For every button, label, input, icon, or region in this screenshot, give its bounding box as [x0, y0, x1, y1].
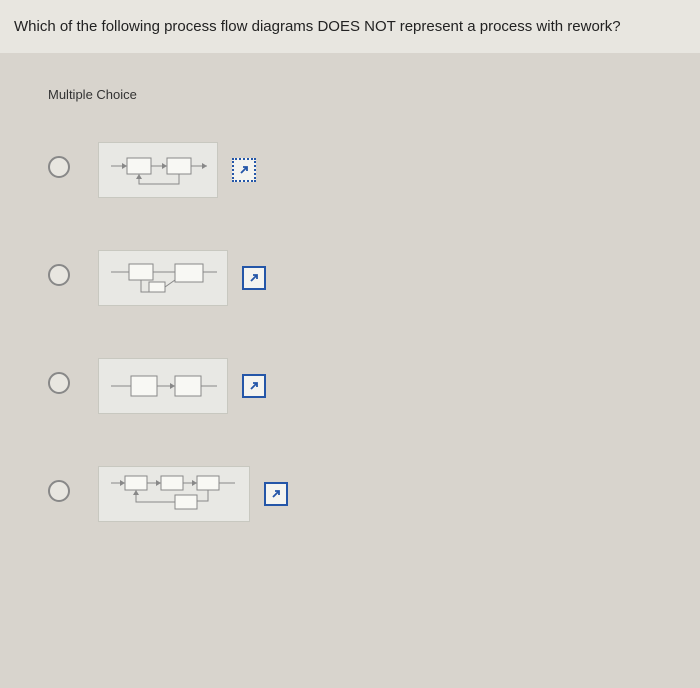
- option-b: [48, 250, 652, 306]
- expand-icon: [238, 164, 250, 176]
- radio-d[interactable]: [48, 480, 70, 502]
- expand-button-a[interactable]: [232, 158, 256, 182]
- expand-icon: [270, 488, 282, 500]
- answer-type-label: Multiple Choice: [48, 73, 652, 126]
- flow-diagram-a-svg: [109, 146, 207, 194]
- diagram-b: [98, 250, 228, 306]
- diagram-a: [98, 142, 218, 198]
- radio-c[interactable]: [48, 372, 70, 394]
- option-d-content: [98, 466, 288, 522]
- option-a: [48, 142, 652, 198]
- option-b-content: [98, 250, 266, 306]
- expand-button-c[interactable]: [242, 374, 266, 398]
- option-c-content: [98, 358, 266, 414]
- expand-icon: [248, 272, 260, 284]
- flow-diagram-b-svg: [109, 254, 217, 302]
- question-header: Which of the following process flow diag…: [0, 0, 700, 53]
- option-c: [48, 358, 652, 414]
- content-area: Multiple Choice: [0, 53, 700, 542]
- question-text: Which of the following process flow diag…: [14, 18, 621, 35]
- expand-button-b[interactable]: [242, 266, 266, 290]
- radio-b[interactable]: [48, 264, 70, 286]
- option-a-content: [98, 142, 256, 198]
- flow-diagram-d-svg: [109, 469, 239, 519]
- radio-a[interactable]: [48, 156, 70, 178]
- options-list: [48, 142, 652, 522]
- option-d: [48, 466, 652, 522]
- flow-diagram-c-svg: [109, 362, 217, 410]
- expand-button-d[interactable]: [264, 482, 288, 506]
- diagram-d: [98, 466, 250, 522]
- diagram-c: [98, 358, 228, 414]
- expand-icon: [248, 380, 260, 392]
